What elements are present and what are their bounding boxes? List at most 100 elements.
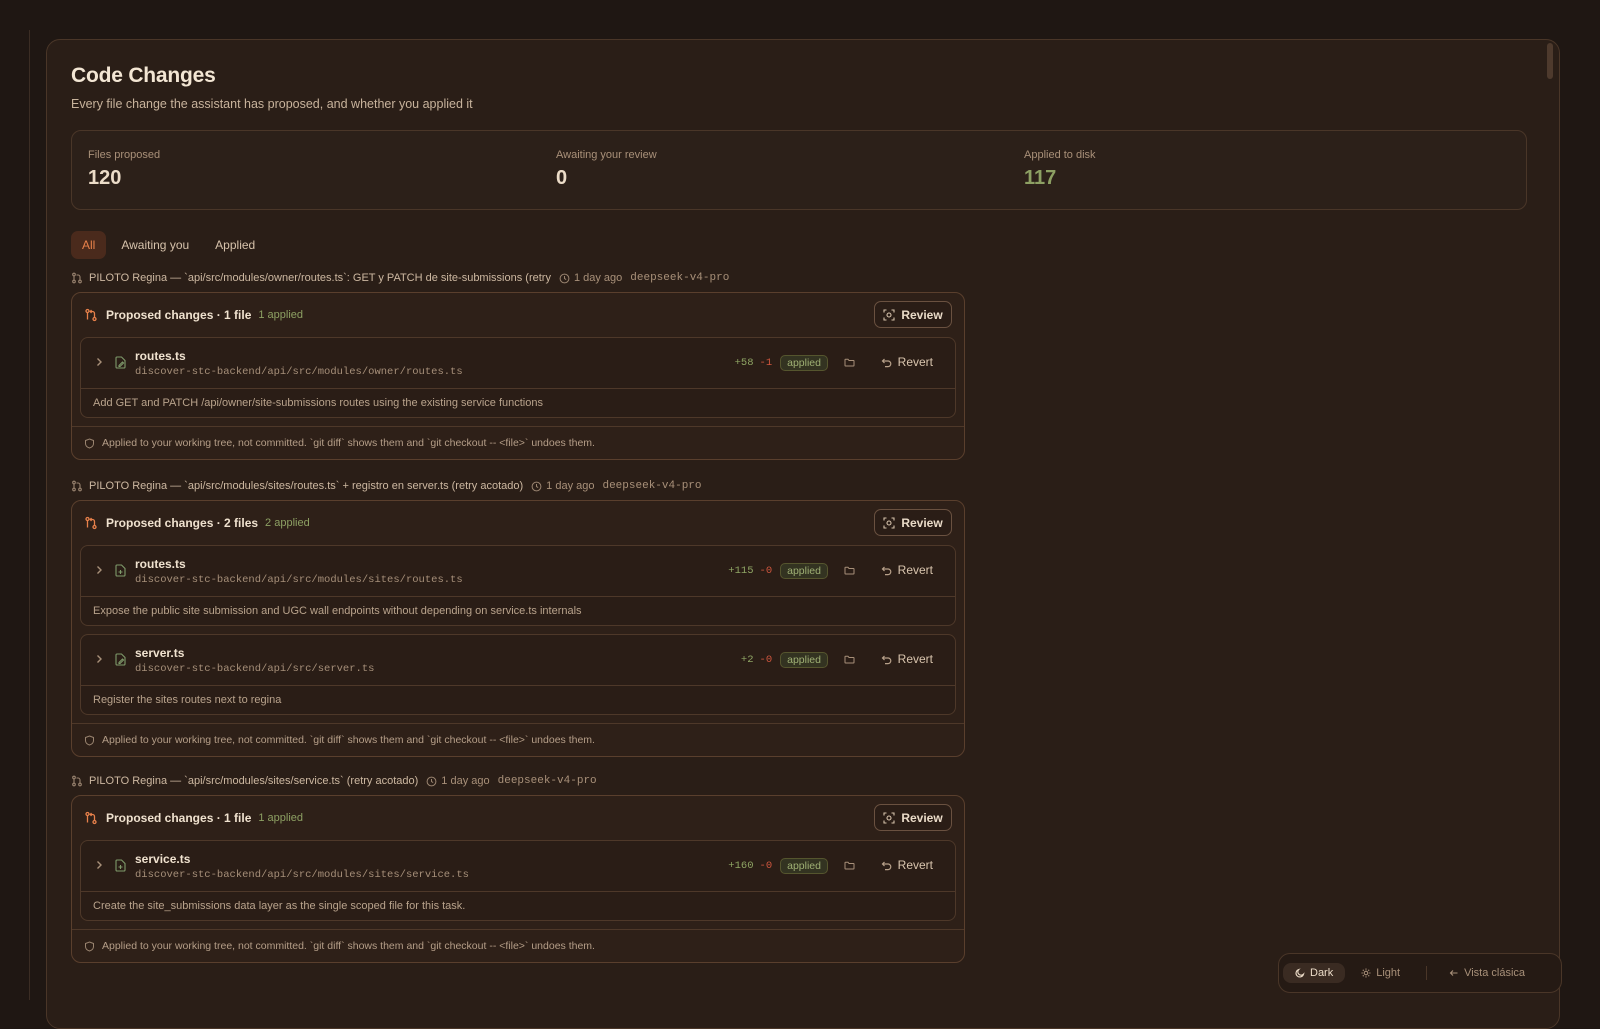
card-title: Proposed changes · 1 file — [106, 811, 251, 825]
review-button-label: Review — [901, 308, 942, 322]
folder-icon[interactable] — [844, 565, 855, 576]
card-title: Proposed changes · 1 file — [106, 308, 251, 322]
group-model: deepseek-v4-pro — [498, 775, 597, 787]
file-change-description: Create the site_submissions data layer a… — [81, 891, 955, 920]
card-applied-count: 1 applied — [258, 309, 303, 321]
file-name: service.ts — [135, 852, 190, 866]
file-change-description: Expose the public site submission and UG… — [81, 596, 955, 625]
file-change-row[interactable]: routes.ts discover-stc-backend/api/src/m… — [81, 546, 955, 596]
group-time: 1 day ago — [546, 480, 594, 492]
status-badge: applied — [780, 355, 828, 371]
file-path: discover-stc-backend/api/src/modules/sit… — [135, 869, 469, 881]
card-footer-note: Applied to your working tree, not commit… — [102, 734, 595, 746]
diff-stats: +160 -0 applied — [728, 858, 828, 874]
tab-applied[interactable]: Applied — [204, 231, 266, 259]
folder-icon[interactable] — [844, 860, 855, 871]
group-title: PILOTO Regina — `api/src/modules/sites/r… — [89, 480, 523, 492]
review-button-label: Review — [901, 516, 942, 530]
file-change-description: Add GET and PATCH /api/owner/site-submis… — [81, 388, 955, 417]
group-model: deepseek-v4-pro — [602, 480, 701, 492]
git-compare-icon — [84, 308, 98, 322]
theme-divider — [1426, 966, 1427, 980]
file-name: routes.ts — [135, 557, 186, 571]
card-applied-count: 1 applied — [258, 812, 303, 824]
file-edit-icon — [114, 356, 127, 369]
git-pull-request-icon — [71, 272, 83, 284]
card-applied-count: 2 applied — [265, 517, 310, 529]
file-path: discover-stc-backend/api/src/modules/sit… — [135, 574, 463, 586]
file-name: routes.ts — [135, 349, 186, 363]
file-path: discover-stc-backend/api/src/modules/own… — [135, 366, 463, 378]
status-badge: applied — [780, 563, 828, 579]
group-time: 1 day ago — [574, 272, 622, 284]
code-changes-panel: Code Changes Every file change the assis… — [46, 39, 1560, 1029]
revert-button[interactable]: Revert — [881, 355, 933, 369]
scrollbar-thumb[interactable] — [1547, 43, 1553, 79]
tab-awaiting-you[interactable]: Awaiting you — [110, 231, 200, 259]
page-subtitle: Every file change the assistant has prop… — [71, 97, 473, 111]
folder-icon[interactable] — [844, 357, 855, 368]
theme-dark-label: Dark — [1310, 967, 1333, 979]
moon-icon — [1295, 968, 1305, 978]
proposed-changes-card: Proposed changes · 1 file 1 applied Revi… — [71, 292, 965, 460]
file-change-row[interactable]: service.ts discover-stc-backend/api/src/… — [81, 841, 955, 891]
review-icon — [883, 517, 895, 529]
file-change-item: routes.ts discover-stc-backend/api/src/m… — [80, 337, 956, 418]
revert-button[interactable]: Revert — [881, 652, 933, 666]
chevron-right-icon[interactable] — [94, 860, 104, 870]
card-header: Proposed changes · 2 files 2 applied Rev… — [72, 501, 964, 545]
revert-label: Revert — [898, 652, 933, 666]
chevron-right-icon[interactable] — [94, 654, 104, 664]
review-button[interactable]: Review — [874, 509, 952, 536]
file-change-row[interactable]: routes.ts discover-stc-backend/api/src/m… — [81, 338, 955, 388]
revert-button[interactable]: Revert — [881, 563, 933, 577]
diff-stats: +115 -0 applied — [728, 563, 828, 579]
theme-dark-button[interactable]: Dark — [1283, 963, 1345, 983]
file-change-row[interactable]: server.ts discover-stc-backend/api/src/s… — [81, 635, 955, 685]
stat-value: 120 — [88, 167, 160, 190]
chevron-right-icon[interactable] — [94, 565, 104, 575]
status-badge: applied — [780, 858, 828, 874]
file-change-item: service.ts discover-stc-backend/api/src/… — [80, 840, 956, 921]
chevron-right-icon[interactable] — [94, 357, 104, 367]
group-model: deepseek-v4-pro — [630, 272, 729, 284]
lines-added: +58 — [735, 357, 754, 369]
card-footer: Applied to your working tree, not commit… — [72, 426, 964, 459]
classic-view-button[interactable]: Vista clásica — [1437, 963, 1537, 983]
lines-removed: -0 — [760, 654, 773, 666]
git-compare-icon — [84, 811, 98, 825]
undo-icon — [881, 860, 892, 871]
revert-button[interactable]: Revert — [881, 858, 933, 872]
git-pull-request-icon — [71, 775, 83, 787]
status-badge: applied — [780, 652, 828, 668]
revert-label: Revert — [898, 858, 933, 872]
stat-label: Awaiting your review — [556, 149, 657, 161]
revert-label: Revert — [898, 563, 933, 577]
stats-summary: Files proposed 120 Awaiting your review … — [71, 130, 1527, 210]
clock-icon — [559, 273, 570, 284]
change-group-header: PILOTO Regina — `api/src/modules/sites/r… — [71, 480, 702, 492]
git-compare-icon — [84, 516, 98, 530]
undo-icon — [881, 565, 892, 576]
undo-icon — [881, 654, 892, 665]
proposed-changes-card: Proposed changes · 1 file 1 applied Revi… — [71, 795, 965, 963]
group-title: PILOTO Regina — `api/src/modules/owner/r… — [89, 272, 551, 284]
file-change-item: server.ts discover-stc-backend/api/src/s… — [80, 634, 956, 715]
change-group-header: PILOTO Regina — `api/src/modules/sites/s… — [71, 775, 597, 787]
file-change-item: routes.ts discover-stc-backend/api/src/m… — [80, 545, 956, 626]
stat-value: 117 — [1024, 167, 1096, 190]
theme-switcher: Dark Light Vista clásica — [1278, 953, 1562, 993]
review-button[interactable]: Review — [874, 301, 952, 328]
stat-label: Files proposed — [88, 149, 160, 161]
review-button[interactable]: Review — [874, 804, 952, 831]
theme-light-button[interactable]: Light — [1349, 963, 1412, 983]
review-icon — [883, 309, 895, 321]
shield-icon — [84, 735, 95, 746]
undo-icon — [881, 357, 892, 368]
tab-all[interactable]: All — [71, 231, 106, 259]
arrow-left-icon — [1449, 968, 1459, 978]
folder-icon[interactable] — [844, 654, 855, 665]
shield-icon — [84, 941, 95, 952]
sun-icon — [1361, 968, 1371, 978]
clock-icon — [426, 776, 437, 787]
